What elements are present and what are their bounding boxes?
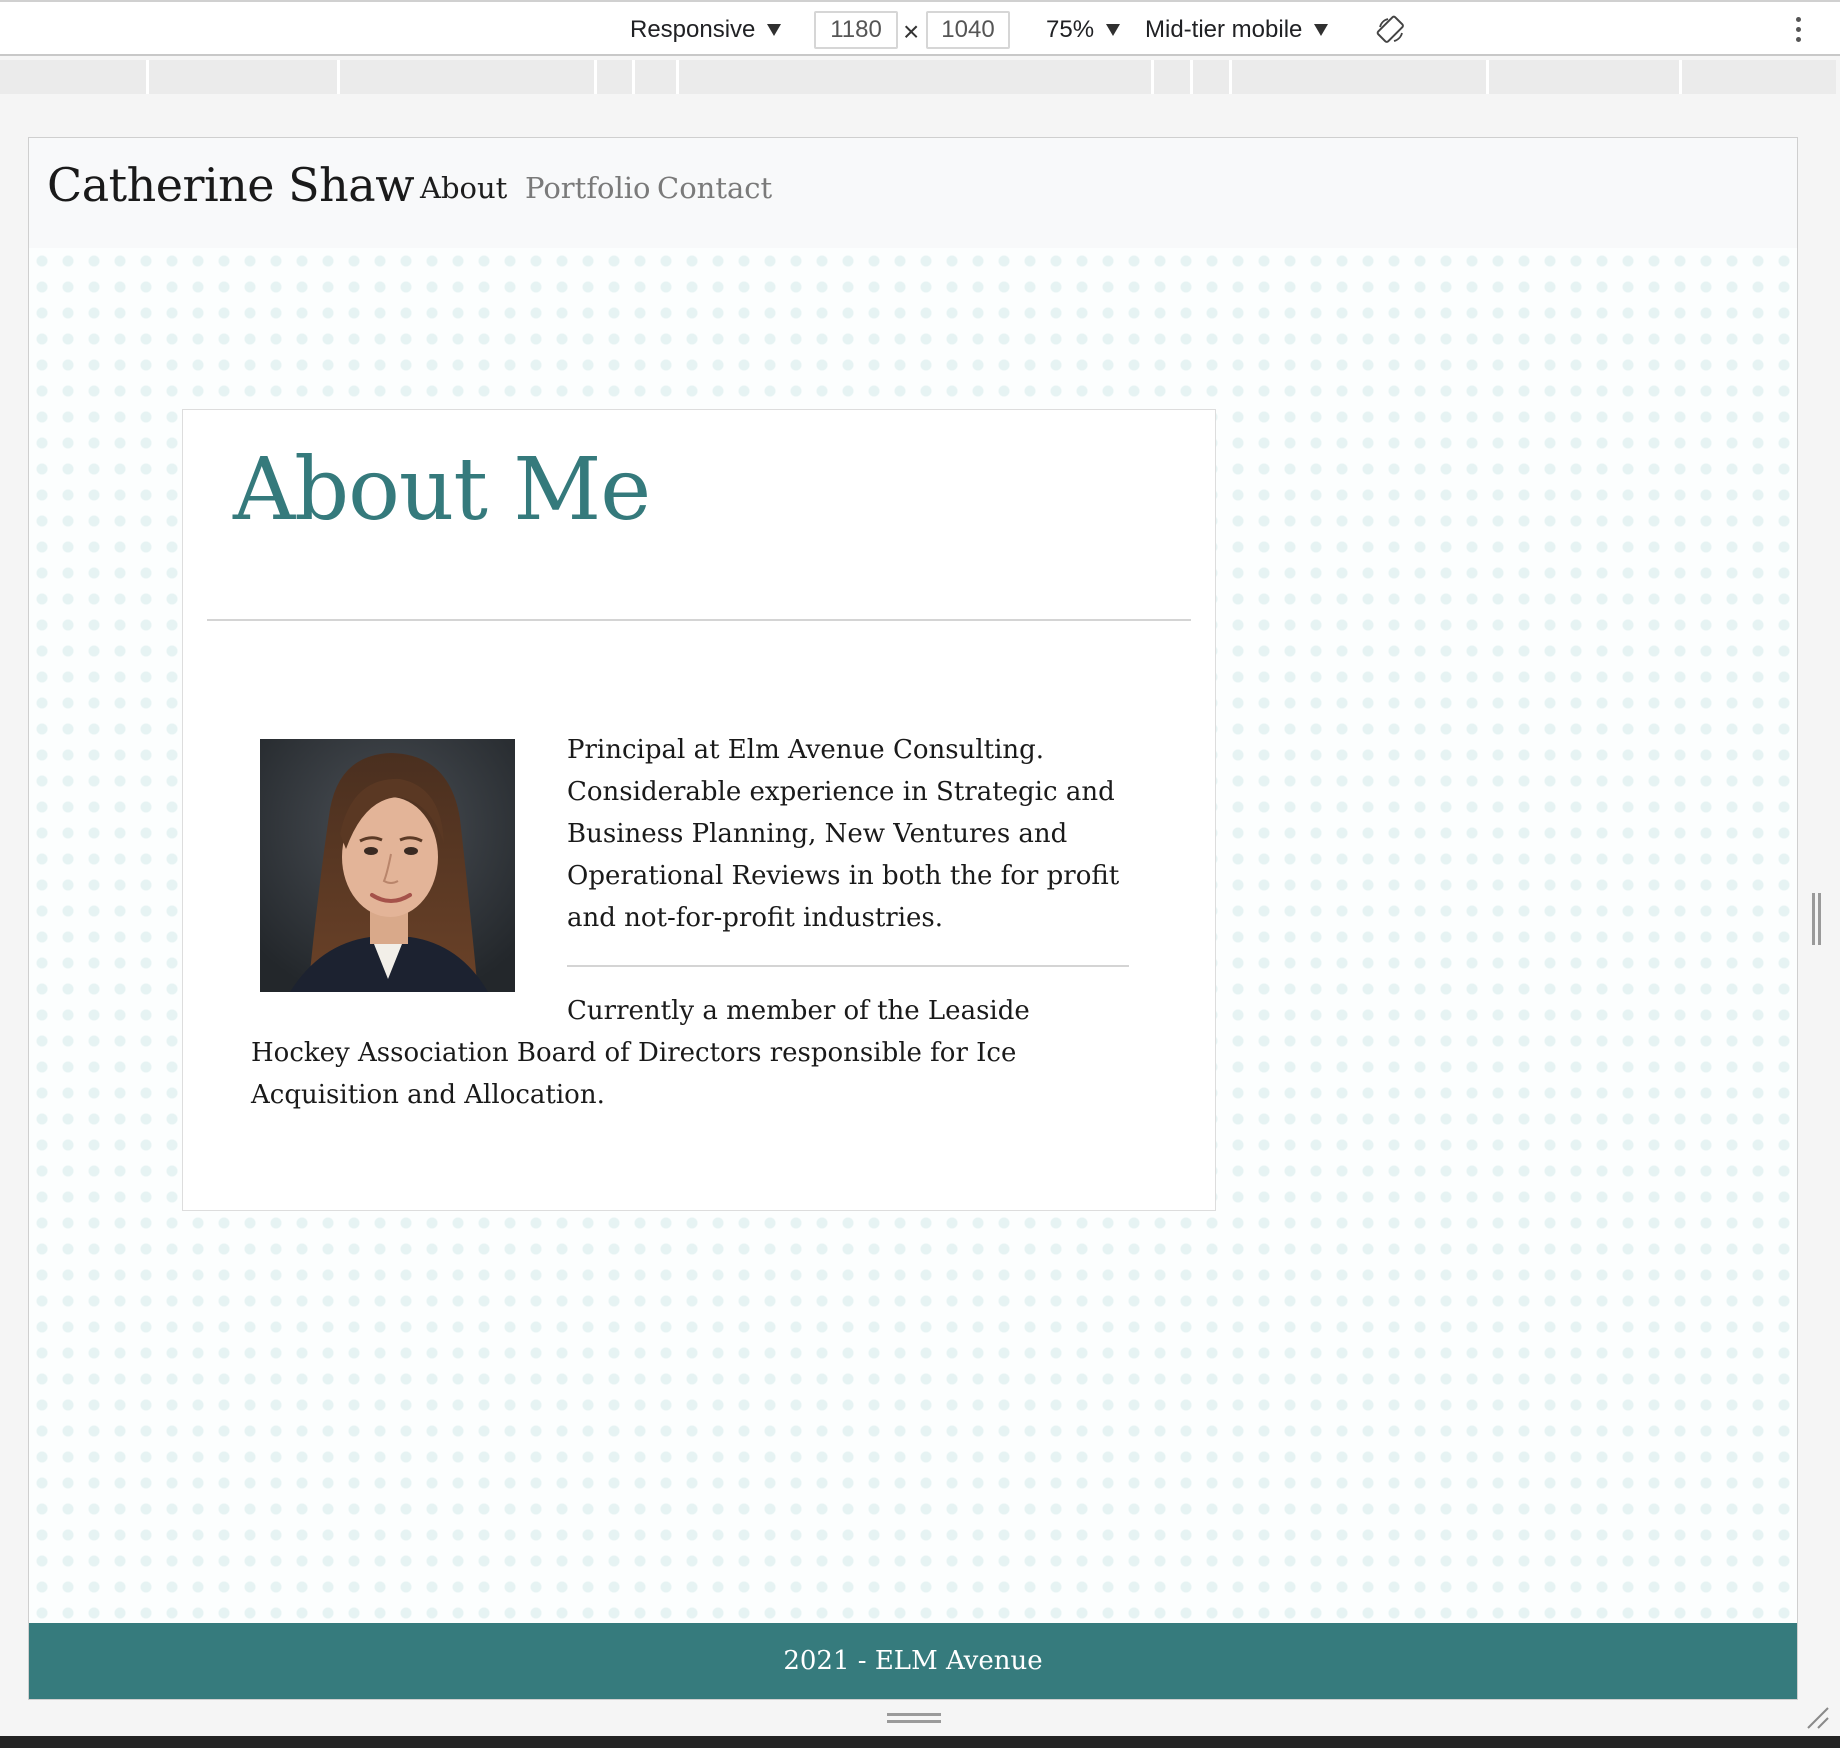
rotate-icon[interactable] xyxy=(1376,15,1406,45)
divider xyxy=(207,619,1191,621)
paragraph-divider xyxy=(567,965,1129,967)
width-input[interactable]: 1180 xyxy=(814,11,898,49)
media-query-divider xyxy=(594,60,597,94)
site-navbar: Catherine Shaw About Portfolio Contact xyxy=(29,138,1797,248)
media-query-divider xyxy=(146,60,149,94)
brand-link[interactable]: Catherine Shaw xyxy=(47,158,415,212)
zoom-dropdown-label: 75% xyxy=(1046,16,1095,43)
chevron-down-icon xyxy=(767,24,782,36)
throttle-dropdown-label: Mid-tier mobile xyxy=(1145,16,1303,43)
bottom-resize-handle-icon[interactable] xyxy=(887,1713,941,1725)
nav-link-portfolio[interactable]: Portfolio xyxy=(525,171,651,205)
media-query-divider xyxy=(676,60,679,94)
zoom-dropdown[interactable]: 75% xyxy=(1046,2,1121,58)
editor-panel-edge xyxy=(0,1736,1840,1748)
device-dropdown-label: Responsive xyxy=(630,16,756,43)
media-query-divider xyxy=(337,60,340,94)
about-paragraph-1: Principal at Elm Avenue Consulting. Cons… xyxy=(567,735,1120,933)
about-paragraph-2: Currently a member of the Leaside Hockey… xyxy=(251,996,1030,1110)
chevron-down-icon xyxy=(1314,24,1329,36)
site-footer: 2021 - ELM Avenue xyxy=(29,1623,1797,1699)
corner-resize-handle-icon[interactable] xyxy=(1804,1704,1830,1730)
media-query-divider xyxy=(1679,60,1682,94)
media-query-divider xyxy=(1229,60,1232,94)
throttle-dropdown[interactable]: Mid-tier mobile xyxy=(1145,2,1329,58)
device-dropdown[interactable]: Responsive xyxy=(630,2,782,58)
media-query-divider xyxy=(1190,60,1193,94)
page-content: About Me Principal at Elm Avenue Consult… xyxy=(29,248,1797,1623)
page-title: About Me xyxy=(233,440,651,540)
media-query-divider xyxy=(632,60,635,94)
more-options-icon[interactable] xyxy=(1794,17,1802,45)
chevron-down-icon xyxy=(1106,24,1121,36)
height-input[interactable]: 1040 xyxy=(926,11,1010,49)
dimension-separator: × xyxy=(903,16,920,47)
media-query-divider xyxy=(1151,60,1154,94)
nav-link-about[interactable]: About xyxy=(420,171,507,205)
nav-link-contact[interactable]: Contact xyxy=(657,171,772,205)
profile-photo xyxy=(260,739,515,992)
media-query-divider xyxy=(1486,60,1489,94)
side-resize-handle-icon[interactable] xyxy=(1812,893,1824,945)
media-query-bar[interactable] xyxy=(0,60,1836,94)
device-viewport: Catherine Shaw About Portfolio Contact A… xyxy=(28,137,1798,1700)
device-toolbar: Responsive 1180 × 1040 75% Mid-tier mobi… xyxy=(0,0,1840,56)
about-card: About Me Principal at Elm Avenue Consult… xyxy=(182,409,1216,1211)
